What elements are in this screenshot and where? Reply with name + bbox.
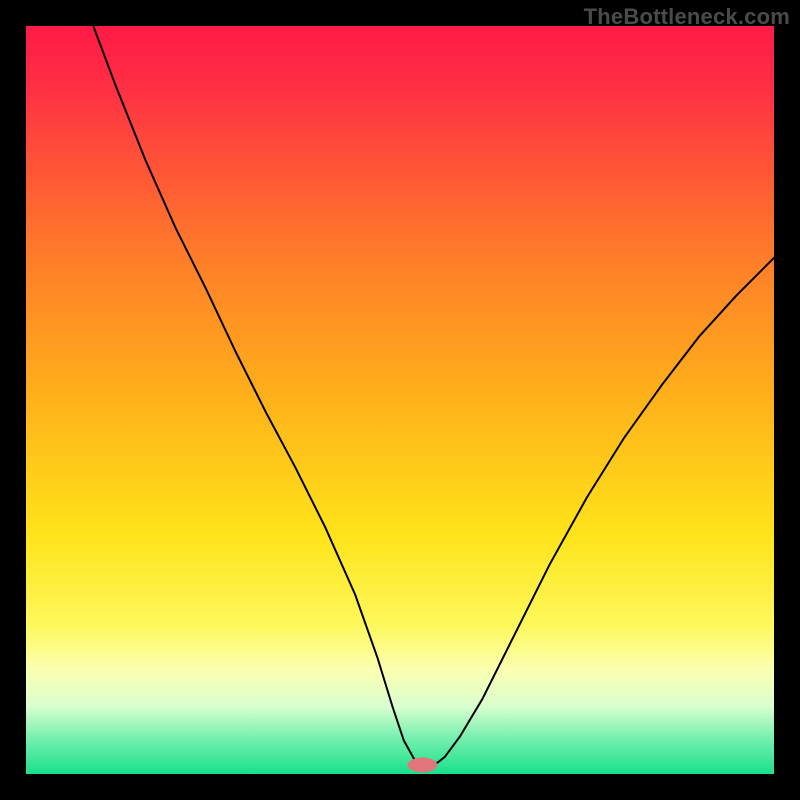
plot-area bbox=[26, 26, 774, 774]
bottleneck-chart bbox=[26, 26, 774, 774]
chart-frame: TheBottleneck.com bbox=[0, 0, 800, 800]
minimum-marker bbox=[407, 758, 437, 773]
gradient-background bbox=[26, 26, 774, 774]
watermark-label: TheBottleneck.com bbox=[584, 4, 790, 30]
